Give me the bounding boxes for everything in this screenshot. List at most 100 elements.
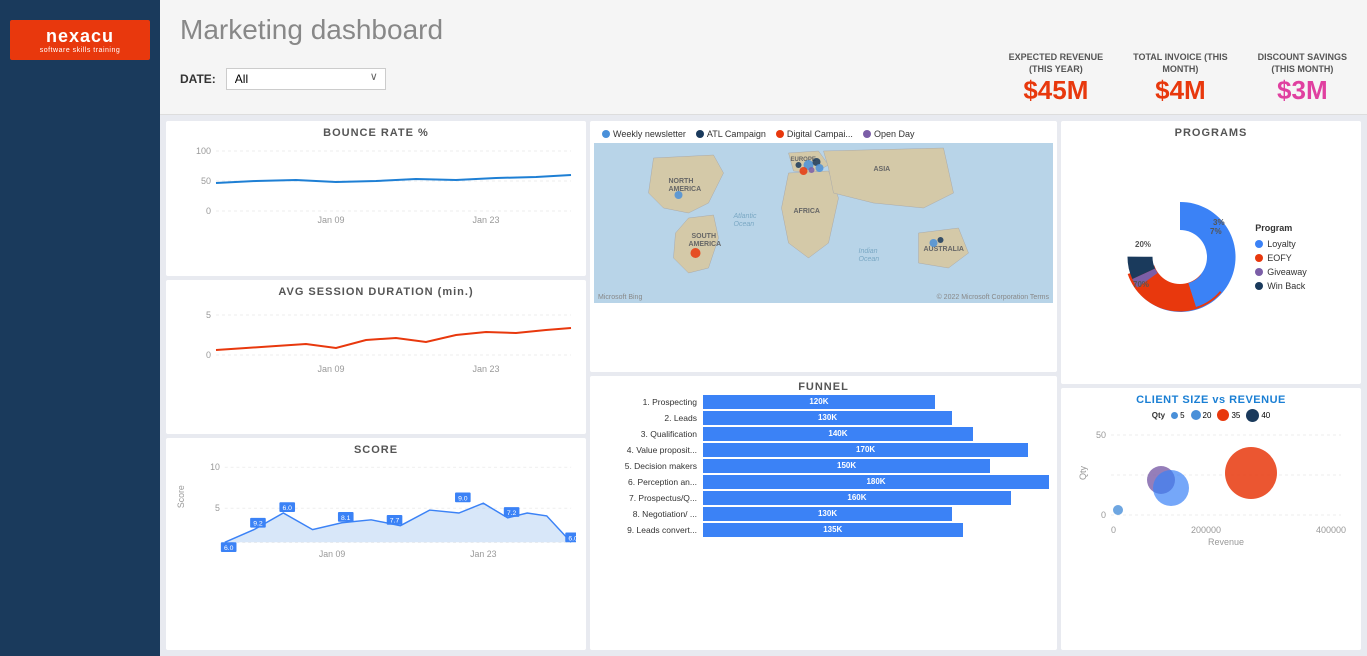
funnel-bar-wrap: 130K	[703, 507, 1049, 521]
funnel-row: 5. Decision makers 150K	[598, 459, 1049, 473]
date-filter: DATE: All This Month This Year	[180, 68, 386, 90]
programs-card: PROGRAMS	[1061, 121, 1361, 383]
legend-openday: Open Day	[863, 129, 915, 139]
bubble-legend-dot-5	[1171, 412, 1178, 419]
legend-loyalty: Loyalty	[1255, 239, 1307, 249]
logo-sub: software skills training	[20, 47, 140, 54]
bounce-rate-title: BOUNCE RATE %	[176, 127, 576, 139]
bounce-rate-chart: 100 50 0 Jan 09 Jan 23	[176, 141, 576, 226]
kpi-label-3: DISCOUNT SAVINGS(THIS MONTH)	[1258, 52, 1347, 75]
funnel-row: 8. Negotiation/ ... 130K	[598, 507, 1049, 521]
bubble-legend-label-20: 20	[1203, 411, 1212, 420]
svg-text:NORTH: NORTH	[669, 178, 694, 185]
svg-text:9.0: 9.0	[458, 496, 468, 503]
svg-text:6.0: 6.0	[568, 536, 576, 543]
svg-text:SOUTH: SOUTH	[692, 233, 717, 240]
svg-text:0: 0	[206, 350, 211, 360]
legend-dot-winback	[1255, 282, 1263, 290]
legend-20: 20	[1191, 410, 1212, 420]
svg-text:AFRICA: AFRICA	[794, 208, 820, 215]
funnel-bar: 180K	[703, 475, 1049, 489]
svg-text:7.7: 7.7	[390, 518, 400, 525]
kpis: EXPECTED REVENUE(THIS YEAR) $45M TOTAL I…	[1009, 52, 1347, 106]
svg-text:Indian: Indian	[859, 248, 878, 255]
date-label: DATE:	[180, 72, 216, 86]
bubble-legend: Qty 5 20 35	[1071, 409, 1351, 422]
map-container: NORTH AMERICA SOUTH AMERICA ASIA AFRICA …	[594, 143, 1053, 303]
funnel-row: 4. Value proposit... 170K	[598, 443, 1049, 457]
svg-text:200000: 200000	[1191, 525, 1221, 535]
funnel-bar-value: 160K	[847, 493, 866, 502]
funnel-bar: 140K	[703, 427, 973, 441]
svg-text:Qty: Qty	[1078, 465, 1088, 480]
svg-text:7.2: 7.2	[507, 510, 517, 517]
svg-text:Jan 23: Jan 23	[472, 364, 499, 374]
svg-text:10: 10	[210, 463, 220, 473]
svg-text:AUSTRALIA: AUSTRALIA	[924, 246, 964, 253]
legend-label-openday: Open Day	[874, 129, 915, 139]
map-card: Weekly newsletter ATL Campaign Digital C…	[590, 121, 1057, 371]
funnel-card: FUNNEL 1. Prospecting 120K 2. Leads 130K…	[590, 376, 1057, 650]
right-column: PROGRAMS	[1061, 121, 1361, 650]
svg-text:Ocean: Ocean	[734, 221, 755, 228]
logo-text: nexacu	[20, 26, 140, 47]
funnel-bar-wrap: 150K	[703, 459, 1049, 473]
bubble-legend-label-40: 40	[1261, 411, 1270, 420]
funnel-row-label: 4. Value proposit...	[598, 445, 703, 455]
legend-dot-giveaway	[1255, 268, 1263, 276]
funnel-row: 7. Prospectus/Q... 160K	[598, 491, 1049, 505]
legend-digital: Digital Campai...	[776, 129, 853, 139]
bounce-rate-card: BOUNCE RATE % 100 50 0 Jan 09	[166, 121, 586, 276]
svg-text:Score: Score	[176, 486, 186, 509]
svg-text:100: 100	[196, 146, 211, 156]
funnel-rows: 1. Prospecting 120K 2. Leads 130K 3. Qua…	[598, 395, 1049, 537]
funnel-bar-value: 120K	[809, 397, 828, 406]
funnel-title: FUNNEL	[598, 381, 1049, 393]
funnel-bar-wrap: 160K	[703, 491, 1049, 505]
legend-winback: Win Back	[1255, 281, 1307, 291]
legend-dot-openday	[863, 130, 871, 138]
avg-session-chart: 5 0 Jan 09 Jan 23	[176, 300, 576, 380]
legend-5: 5	[1171, 411, 1184, 420]
funnel-bar: 135K	[703, 523, 963, 537]
funnel-bar-wrap: 170K	[703, 443, 1049, 457]
svg-text:5: 5	[206, 310, 211, 320]
main-content: Marketing dashboard DATE: All This Month…	[160, 0, 1367, 656]
donut-legend: Program Loyalty EOFY Givea	[1255, 223, 1307, 291]
svg-text:5: 5	[215, 503, 220, 513]
funnel-bar-value: 150K	[837, 461, 856, 470]
kpi-total-invoice: TOTAL INVOICE (THISMONTH) $4M	[1133, 52, 1228, 106]
funnel-bar-value: 130K	[818, 413, 837, 422]
funnel-bar-value: 135K	[823, 525, 842, 534]
svg-text:0: 0	[206, 206, 211, 216]
funnel-bar-wrap: 180K	[703, 475, 1049, 489]
legend-label-atl: ATL Campaign	[707, 129, 766, 139]
funnel-row-label: 7. Prospectus/Q...	[598, 493, 703, 503]
kpi-discount-savings: DISCOUNT SAVINGS(THIS MONTH) $3M	[1258, 52, 1347, 106]
svg-text:Jan 23: Jan 23	[470, 549, 496, 559]
header: Marketing dashboard DATE: All This Month…	[160, 0, 1367, 115]
bubble-legend-label-35: 35	[1231, 411, 1240, 420]
funnel-bar-value: 140K	[828, 429, 847, 438]
legend-dot-eofy	[1255, 254, 1263, 262]
funnel-row: 9. Leads convert... 135K	[598, 523, 1049, 537]
date-select-wrap[interactable]: All This Month This Year	[226, 68, 386, 90]
legend-label-digital: Digital Campai...	[787, 129, 853, 139]
funnel-bar: 150K	[703, 459, 990, 473]
svg-text:8.1: 8.1	[341, 515, 351, 522]
qty-label: Qty	[1152, 411, 1165, 420]
score-card: SCORE 10 5 Score	[166, 438, 586, 650]
programs-inner: 20% 7% 3% 70% Program Loyalty	[1071, 141, 1351, 371]
funnel-bar: 160K	[703, 491, 1011, 505]
funnel-bar-wrap: 140K	[703, 427, 1049, 441]
svg-text:AMERICA: AMERICA	[689, 241, 722, 248]
funnel-row: 1. Prospecting 120K	[598, 395, 1049, 409]
funnel-bar-wrap: 135K	[703, 523, 1049, 537]
bubble-legend-dot-20	[1191, 410, 1201, 420]
svg-text:Ocean: Ocean	[859, 256, 880, 263]
score-title: SCORE	[176, 444, 576, 456]
legend-40: 40	[1246, 409, 1270, 422]
svg-text:ASIA: ASIA	[874, 166, 891, 173]
funnel-bar: 130K	[703, 507, 952, 521]
date-select[interactable]: All This Month This Year	[226, 68, 386, 90]
